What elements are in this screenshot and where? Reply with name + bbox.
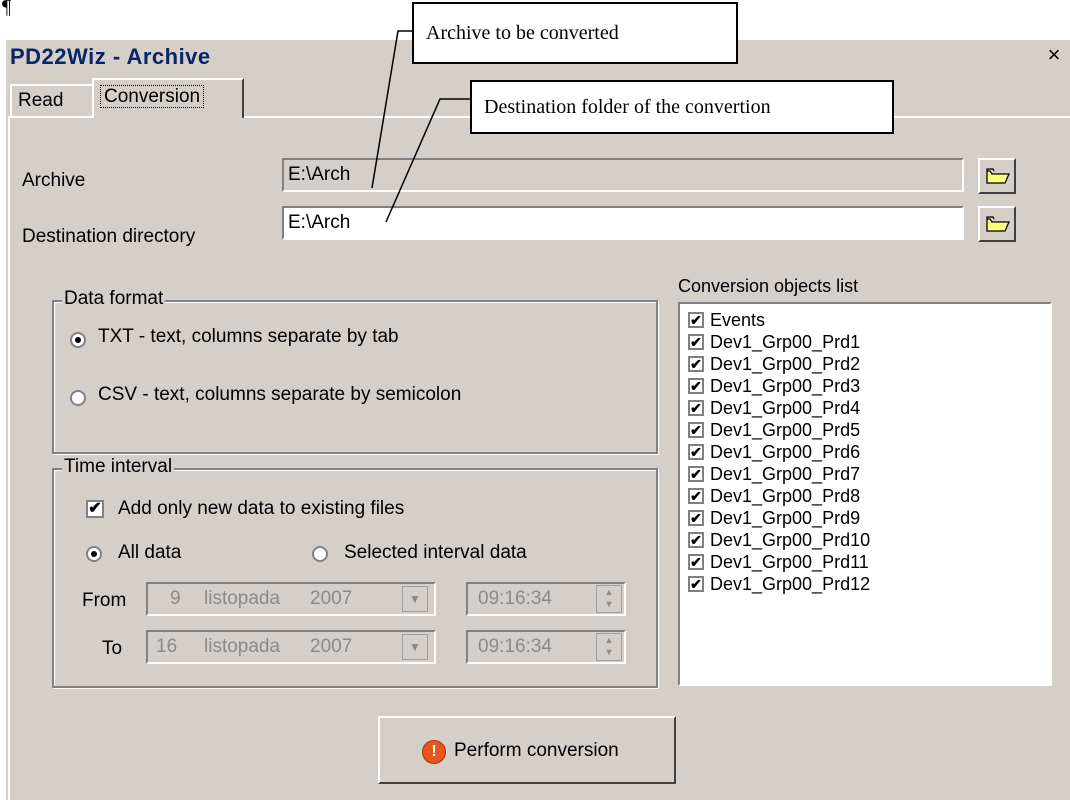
annotation-archive-text: Archive to be converted	[426, 22, 619, 44]
annotation-archive: Archive to be converted	[412, 2, 738, 64]
callout-line-destination	[385, 98, 470, 223]
annotation-destination-text: Destination folder of the convertion	[484, 96, 771, 118]
callout-line-archive	[371, 30, 412, 189]
annotation-destination: Destination folder of the convertion	[470, 80, 894, 134]
